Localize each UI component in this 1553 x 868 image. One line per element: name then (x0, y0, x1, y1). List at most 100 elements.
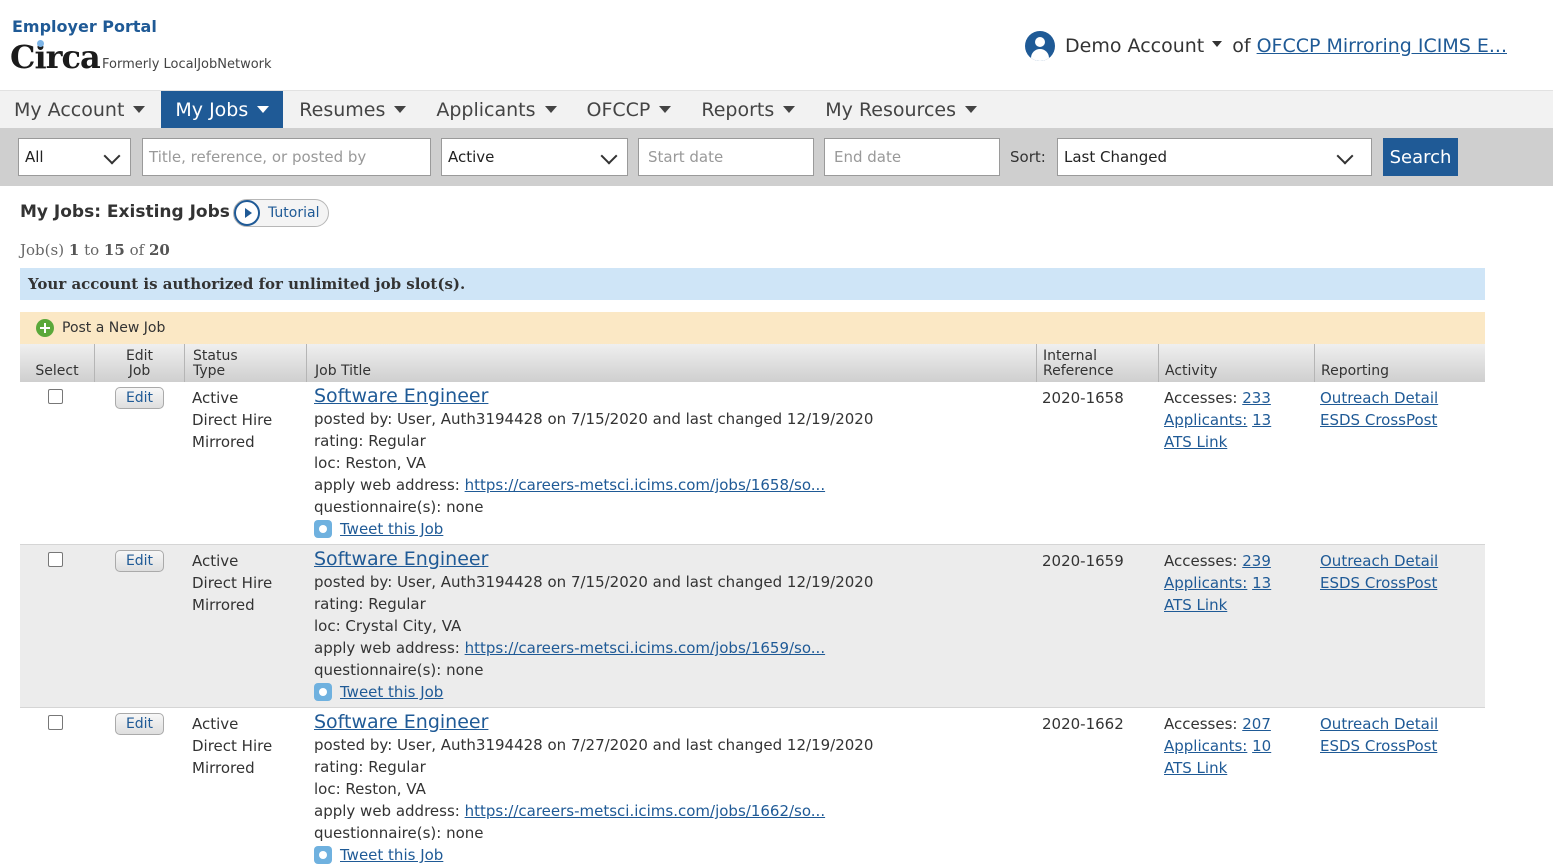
applicants-link[interactable]: 10 (1252, 737, 1271, 755)
reporting-cell: Outreach Detail ESDS CrossPost (1320, 550, 1438, 594)
header-activity-label: Activity (1165, 363, 1218, 379)
header-title-label: Job Title (315, 363, 372, 379)
keyword-input[interactable]: Title, reference, or posted by (142, 138, 431, 176)
esds-crosspost-link[interactable]: ESDS CrossPost (1320, 737, 1437, 755)
status-value: Active (192, 552, 239, 570)
applicants-label[interactable]: Applicants: (1164, 574, 1247, 592)
edit-job-button[interactable]: Edit (115, 387, 164, 409)
status-value: Active (192, 389, 239, 407)
outreach-detail-link[interactable]: Outreach Detail (1320, 715, 1438, 733)
applicants-link[interactable]: 13 (1252, 411, 1271, 429)
header: Employer Portal Circa Formerly LocalJobN… (0, 0, 1553, 90)
job-title-link[interactable]: Software Engineer (314, 548, 873, 571)
posted-by-text: posted by: User, Auth3194428 on 7/15/202… (314, 410, 874, 428)
nav-my-resources[interactable]: My Resources (811, 91, 991, 128)
header-reporting: Reporting (1314, 344, 1485, 382)
applicants-link[interactable]: 13 (1252, 574, 1271, 592)
end-date-placeholder: End date (834, 148, 902, 166)
post-new-job-link[interactable]: Post a New Job (62, 320, 165, 336)
header-select-label: Select (35, 363, 79, 379)
apply-label: apply web address: (314, 639, 460, 657)
accesses-link[interactable]: 207 (1242, 715, 1271, 733)
ats-link[interactable]: ATS Link (1164, 433, 1227, 451)
search-button[interactable]: Search (1383, 138, 1458, 176)
apply-address: apply web address: https://careers-metsc… (314, 474, 873, 496)
twitter-icon[interactable] (314, 683, 332, 701)
nav-resumes[interactable]: Resumes (285, 91, 420, 128)
applicants-label[interactable]: Applicants: (1164, 737, 1247, 755)
nav-ofccp[interactable]: OFCCP (573, 91, 686, 128)
nav-my-jobs[interactable]: My Jobs (161, 91, 284, 128)
twitter-icon[interactable] (314, 520, 332, 538)
activity-cell: Accesses: 233 Applicants: 13 ATS Link (1164, 387, 1271, 453)
type-value: Direct Hire (192, 737, 273, 755)
select-checkbox[interactable] (48, 715, 63, 730)
type-value: Direct Hire (192, 574, 273, 592)
category-select[interactable]: All (18, 138, 131, 176)
tweet-job-link[interactable]: Tweet this Job (340, 520, 443, 538)
header-edit-line1: Edit (125, 348, 154, 364)
end-date-input[interactable]: End date (824, 138, 1000, 176)
accesses-link[interactable]: 233 (1242, 389, 1271, 407)
account-org-link[interactable]: OFCCP Mirroring ICIMS E... (1257, 35, 1507, 57)
accesses-link[interactable]: 239 (1242, 552, 1271, 570)
job-details-cell: Software Engineer posted by: User, Auth3… (314, 385, 873, 540)
esds-crosspost-link[interactable]: ESDS CrossPost (1320, 411, 1437, 429)
start-date-placeholder: Start date (648, 148, 724, 166)
apply-address: apply web address: https://careers-metsc… (314, 800, 873, 822)
chevron-down-icon (257, 106, 270, 113)
chevron-down-icon (600, 147, 618, 165)
nav-label: OFCCP (586, 98, 651, 121)
esds-crosspost-link[interactable]: ESDS CrossPost (1320, 574, 1437, 592)
chevron-down-icon (103, 147, 121, 165)
post-job-bar: Post a New Job (20, 312, 1485, 344)
location-text: loc: Reston, VA (314, 454, 426, 472)
ats-link[interactable]: ATS Link (1164, 759, 1227, 777)
edit-job-button[interactable]: Edit (115, 550, 164, 572)
account-dropdown-icon[interactable] (1212, 41, 1223, 47)
nav-reports[interactable]: Reports (687, 91, 809, 128)
start-date-input[interactable]: Start date (638, 138, 814, 176)
outreach-detail-link[interactable]: Outreach Detail (1320, 552, 1438, 570)
apply-url-link[interactable]: https://careers-metsci.icims.com/jobs/16… (465, 639, 825, 657)
applicants-label[interactable]: Applicants: (1164, 411, 1247, 429)
header-status: Status Type (184, 344, 306, 382)
job-details-cell: Software Engineer posted by: User, Auth3… (314, 711, 873, 866)
type-value: Direct Hire (192, 411, 273, 429)
ats-link[interactable]: ATS Link (1164, 596, 1227, 614)
tweet-job-link[interactable]: Tweet this Job (340, 683, 443, 701)
tweet-job-link[interactable]: Tweet this Job (340, 846, 443, 864)
twitter-icon[interactable] (314, 846, 332, 864)
status-value: Active (448, 148, 495, 166)
internal-ref-value: 2020-1662 (1042, 715, 1124, 733)
table-row: Edit Active Direct Hire Mirrored Softwar… (20, 708, 1485, 868)
user-avatar-icon[interactable] (1025, 31, 1056, 61)
nav-label: Reports (701, 98, 775, 121)
add-icon[interactable] (36, 319, 54, 337)
main-nav: My Account My Jobs Resumes Applicants OF… (0, 90, 1553, 128)
nav-label: Applicants (436, 98, 536, 121)
header-internal-ref: Internal Reference (1036, 344, 1158, 382)
nav-label: Resumes (299, 98, 386, 121)
job-details-cell: Software Engineer posted by: User, Auth3… (314, 548, 873, 703)
chevron-down-icon (1336, 147, 1354, 165)
nav-my-account[interactable]: My Account (0, 91, 159, 128)
sort-select[interactable]: Last Changed (1057, 138, 1372, 176)
tutorial-button[interactable]: Tutorial (233, 199, 329, 227)
apply-url-link[interactable]: https://careers-metsci.icims.com/jobs/16… (465, 802, 825, 820)
outreach-detail-link[interactable]: Outreach Detail (1320, 389, 1438, 407)
job-title-link[interactable]: Software Engineer (314, 711, 873, 734)
status-select[interactable]: Active (441, 138, 628, 176)
select-checkbox[interactable] (48, 552, 63, 567)
header-ref-line2: Reference (1043, 363, 1114, 379)
apply-url-link[interactable]: https://careers-metsci.icims.com/jobs/16… (465, 476, 825, 494)
table-row: Edit Active Direct Hire Mirrored Softwar… (20, 382, 1485, 545)
account-name[interactable]: Demo Account (1065, 35, 1204, 57)
nav-applicants[interactable]: Applicants (422, 91, 570, 128)
edit-job-button[interactable]: Edit (115, 713, 164, 735)
select-checkbox[interactable] (48, 389, 63, 404)
tweet-row: Tweet this Job (314, 844, 873, 866)
job-title-link[interactable]: Software Engineer (314, 385, 873, 408)
jobs-table-header: Select Edit Job Status Type Job Title In… (20, 344, 1485, 382)
header-edit-line2: Job (128, 363, 151, 379)
